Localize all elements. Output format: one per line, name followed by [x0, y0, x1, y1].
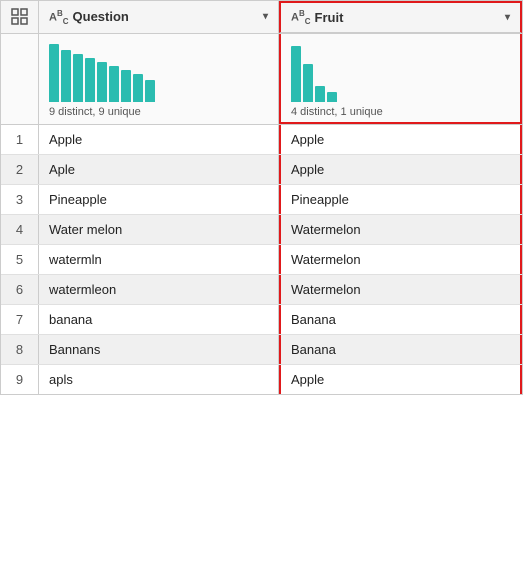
- table-row: 6 watermleon Watermelon: [1, 275, 522, 305]
- question-bar-chart: [49, 42, 155, 102]
- row-num-header: [1, 1, 39, 33]
- fruit-chart-label: 4 distinct, 1 unique: [291, 106, 383, 118]
- question-dropdown-icon[interactable]: ▾: [263, 11, 268, 22]
- row-number: 1: [1, 125, 39, 154]
- chart-row-num: [1, 34, 39, 124]
- row-number: 7: [1, 305, 39, 334]
- bar: [291, 46, 301, 102]
- question-cell: banana: [39, 305, 279, 334]
- question-chart-cell: 9 distinct, 9 unique: [39, 34, 279, 124]
- row-number: 4: [1, 215, 39, 244]
- grid-icon: [11, 8, 29, 26]
- bar: [145, 80, 155, 102]
- fruit-cell: Pineapple: [279, 185, 522, 214]
- bar: [85, 58, 95, 102]
- table-row: 4 Water melon Watermelon: [1, 215, 522, 245]
- bar: [315, 86, 325, 102]
- bar: [327, 92, 337, 102]
- table-row: 2 Aple Apple: [1, 155, 522, 185]
- fruit-column-label: Fruit: [315, 10, 501, 25]
- fruit-cell: Apple: [279, 155, 522, 184]
- question-column-header[interactable]: ABC Question ▾: [39, 1, 279, 33]
- question-cell: Pineapple: [39, 185, 279, 214]
- bar: [303, 64, 313, 102]
- question-cell: watermleon: [39, 275, 279, 304]
- fruit-bar-chart: [291, 42, 337, 102]
- table-row: 7 banana Banana: [1, 305, 522, 335]
- bar: [109, 66, 119, 102]
- row-number: 5: [1, 245, 39, 274]
- question-cell: Apple: [39, 125, 279, 154]
- fruit-column-header[interactable]: ABC Fruit ▾: [279, 1, 522, 33]
- table-header: ABC Question ▾ ABC Fruit ▾: [1, 1, 522, 34]
- row-number: 8: [1, 335, 39, 364]
- table-row: 3 Pineapple Pineapple: [1, 185, 522, 215]
- bar: [121, 70, 131, 102]
- fruit-cell: Apple: [279, 125, 522, 154]
- data-table: ABC Question ▾ ABC Fruit ▾ 9 disti: [0, 0, 523, 395]
- fruit-cell: Watermelon: [279, 275, 522, 304]
- bar: [49, 44, 59, 102]
- fruit-cell: Watermelon: [279, 215, 522, 244]
- question-cell: Bannans: [39, 335, 279, 364]
- question-column-label: Question: [73, 9, 259, 24]
- row-number: 3: [1, 185, 39, 214]
- fruit-cell: Banana: [279, 305, 522, 334]
- table-row: 5 watermln Watermelon: [1, 245, 522, 275]
- row-number: 6: [1, 275, 39, 304]
- question-chart-label: 9 distinct, 9 unique: [49, 106, 141, 118]
- fruit-dropdown-icon[interactable]: ▾: [505, 12, 510, 23]
- table-row: 8 Bannans Banana: [1, 335, 522, 365]
- fruit-type-icon: ABC: [291, 9, 311, 26]
- question-cell: apls: [39, 365, 279, 394]
- chart-row: 9 distinct, 9 unique 4 distinct, 1 uniqu…: [1, 34, 522, 125]
- table-row: 1 Apple Apple: [1, 125, 522, 155]
- question-cell: Aple: [39, 155, 279, 184]
- fruit-chart-cell: 4 distinct, 1 unique: [279, 34, 522, 124]
- question-cell: Water melon: [39, 215, 279, 244]
- bar: [61, 50, 71, 102]
- bar: [133, 74, 143, 102]
- table-body: 1 Apple Apple 2 Aple Apple 3 Pineapple P…: [1, 125, 522, 394]
- bar: [73, 54, 83, 102]
- question-type-icon: ABC: [49, 9, 69, 26]
- row-number: 2: [1, 155, 39, 184]
- row-number: 9: [1, 365, 39, 394]
- table-row: 9 apls Apple: [1, 365, 522, 394]
- question-cell: watermln: [39, 245, 279, 274]
- bar: [97, 62, 107, 102]
- fruit-cell: Watermelon: [279, 245, 522, 274]
- fruit-cell: Banana: [279, 335, 522, 364]
- fruit-cell: Apple: [279, 365, 522, 394]
